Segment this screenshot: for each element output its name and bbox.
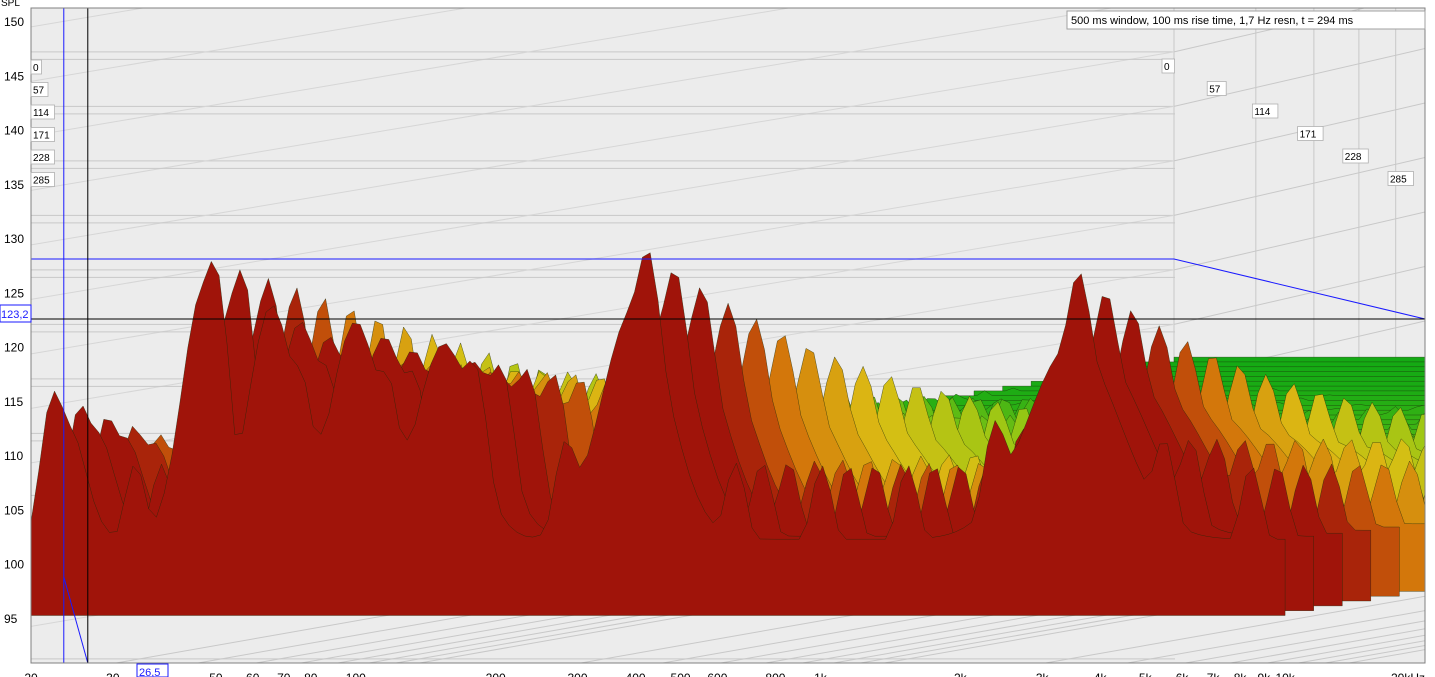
y-tick-label: 115 (4, 395, 23, 409)
y-tick-label: 105 (4, 503, 24, 517)
info-text: 500 ms window, 100 ms rise time, 1,7 Hz … (1071, 15, 1354, 27)
x-tick-label: 20 (24, 671, 38, 677)
y-cursor-label: 123,2 (1, 309, 29, 321)
y-tick-label: 110 (4, 449, 23, 463)
time-tick-right: 228 (1342, 148, 1369, 164)
x-cursor-label: 26,5 (139, 667, 160, 677)
x-tick-label: 300 (567, 671, 587, 677)
time-tick-right: 57 (1206, 81, 1227, 96)
time-tick-left: 285 (30, 172, 55, 187)
y-tick-label: 125 (4, 286, 24, 300)
y-tick-label: 150 (4, 15, 24, 29)
svg-text:57: 57 (33, 86, 45, 97)
svg-text:114: 114 (33, 108, 49, 119)
x-tick-label: 4k (1094, 671, 1108, 677)
x-tick-label: 5k (1139, 671, 1153, 677)
x-tick-label: 60 (246, 671, 260, 677)
x-tick-label: 9k (1258, 671, 1272, 677)
x-tick-label: 800 (765, 671, 785, 677)
svg-text:0: 0 (1164, 62, 1170, 73)
x-tick-label: 10k (1275, 671, 1295, 677)
x-tick-label: 8k (1234, 671, 1248, 677)
time-tick-left: 114 (30, 104, 55, 120)
time-tick-right: 171 (1297, 126, 1324, 141)
svg-text:228: 228 (33, 153, 50, 164)
x-tick-label: 30 (106, 671, 120, 677)
waterfall-plot[interactable]: 150 145 140 135 130 125 120 115 110 105 100 95 20 30… (0, 0, 1435, 677)
corner-label: SPL (1, 0, 20, 9)
x-tick-label: 3k (1036, 671, 1050, 677)
svg-text:57: 57 (1209, 85, 1221, 96)
svg-text:171: 171 (33, 131, 50, 142)
x-tick-label: 20kHz (1391, 671, 1425, 677)
time-tick-left: 171 (30, 127, 55, 142)
x-tick-label: 2k (954, 671, 968, 677)
x-tick-label: 100 (346, 671, 366, 677)
time-tick-left: 57 (30, 82, 49, 97)
y-tick-label: 100 (4, 558, 24, 572)
x-tick-label: 80 (304, 671, 318, 677)
time-tick-right: 0 (1161, 58, 1175, 74)
x-tick-label: 500 (671, 671, 691, 677)
x-tick-label: 7k (1207, 671, 1221, 677)
y-tick-label: 135 (4, 178, 24, 192)
x-cursor-box[interactable]: 26,5 (136, 663, 169, 677)
x-tick-label: 400 (626, 671, 646, 677)
time-tick-left: 0 (30, 59, 42, 75)
svg-text:171: 171 (1300, 130, 1317, 141)
info-box: 500 ms window, 100 ms rise time, 1,7 Hz … (1066, 10, 1426, 30)
y-tick-label: 140 (4, 124, 24, 138)
y-tick-label: 145 (4, 69, 24, 83)
y-cursor-box[interactable]: 123,2 (0, 304, 32, 323)
waterfall-chart[interactable]: 150 145 140 135 130 125 120 115 110 105 100 95 20 30… (0, 0, 1435, 677)
x-tick-label: 600 (707, 671, 727, 677)
x-tick-label: 50 (209, 671, 223, 677)
svg-text:228: 228 (1345, 152, 1362, 163)
y-tick-label: 120 (4, 341, 24, 355)
y-tick-label: 95 (4, 612, 18, 626)
svg-text:285: 285 (1390, 175, 1407, 186)
svg-text:285: 285 (33, 176, 50, 187)
x-tick-label: 200 (486, 671, 506, 677)
time-tick-right: 285 (1387, 171, 1414, 186)
x-tick-label: 70 (277, 671, 291, 677)
svg-text:0: 0 (33, 63, 39, 74)
time-tick-left: 228 (30, 149, 55, 165)
x-tick-label: 6k (1176, 671, 1190, 677)
svg-text:114: 114 (1254, 107, 1270, 118)
y-tick-label: 130 (4, 232, 24, 246)
x-tick-label: 1k (814, 671, 828, 677)
time-tick-right: 114 (1252, 103, 1279, 119)
x-axis-ticks: 20 30 50 60 70 80 100 200 300 400 500 600 800 1k 2k 3k 4… (24, 671, 1425, 677)
